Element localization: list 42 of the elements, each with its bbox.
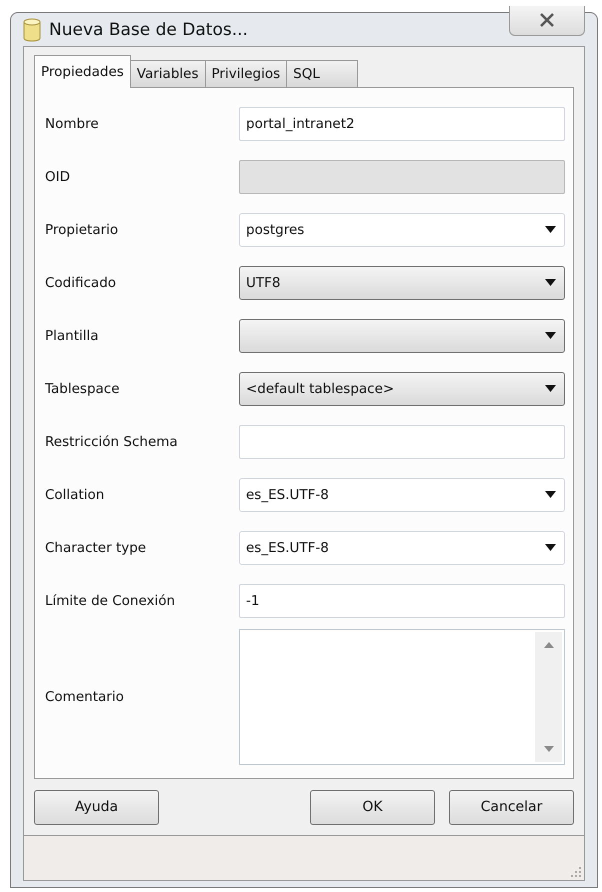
field-label: Comentario (45, 689, 125, 705)
dialog-button[interactable]: OK (310, 790, 435, 824)
field-label: Restricción Schema (45, 434, 179, 450)
database-icon (23, 18, 41, 42)
comment-field[interactable] (239, 629, 565, 765)
combo-box[interactable]: es_ES.UTF-8 (239, 530, 565, 564)
field-label: Nombre (45, 116, 100, 132)
caret-down-icon (545, 491, 556, 498)
scroll-up-icon[interactable] (544, 642, 554, 648)
combo-box[interactable]: es_ES.UTF-8 (239, 478, 565, 512)
dropdown[interactable]: <default tablespace> (239, 372, 565, 406)
field-label: OID (45, 168, 72, 184)
field-label: Plantilla (45, 328, 100, 344)
tab[interactable]: Propiedades (34, 55, 131, 88)
dialog-button[interactable]: Cancelar (449, 790, 574, 824)
text-field[interactable]: portal_intranet2 (239, 106, 565, 140)
tab[interactable]: SQL (286, 60, 358, 88)
combo-box[interactable]: postgres (239, 212, 565, 246)
text-field[interactable] (239, 424, 565, 458)
tab[interactable]: Variables (130, 60, 206, 88)
help-button[interactable]: Ayuda (34, 790, 159, 824)
dropdown[interactable]: UTF8 (239, 266, 565, 300)
scroll-down-icon[interactable] (544, 746, 554, 752)
close-button[interactable] (509, 6, 585, 36)
caret-down-icon (545, 226, 556, 233)
caret-down-icon (545, 544, 556, 551)
caret-down-icon (545, 385, 556, 392)
resize-grip-icon[interactable] (571, 867, 581, 877)
text-field[interactable]: -1 (239, 584, 565, 618)
field-label: Propietario (45, 222, 120, 238)
close-icon (539, 13, 555, 27)
tab[interactable]: Privilegios (204, 60, 288, 88)
field-label: Collation (45, 486, 106, 502)
field-label: Character type (45, 540, 148, 556)
dropdown[interactable] (239, 318, 565, 352)
caret-down-icon (545, 279, 556, 286)
caret-down-icon (545, 332, 556, 339)
field-label: Tablespace (45, 380, 121, 396)
scrollbar[interactable] (535, 632, 562, 762)
field-label: Codificado (45, 274, 118, 290)
window-title: Nueva Base de Datos... (49, 20, 249, 40)
field-label: Límite de Conexión (45, 592, 176, 608)
